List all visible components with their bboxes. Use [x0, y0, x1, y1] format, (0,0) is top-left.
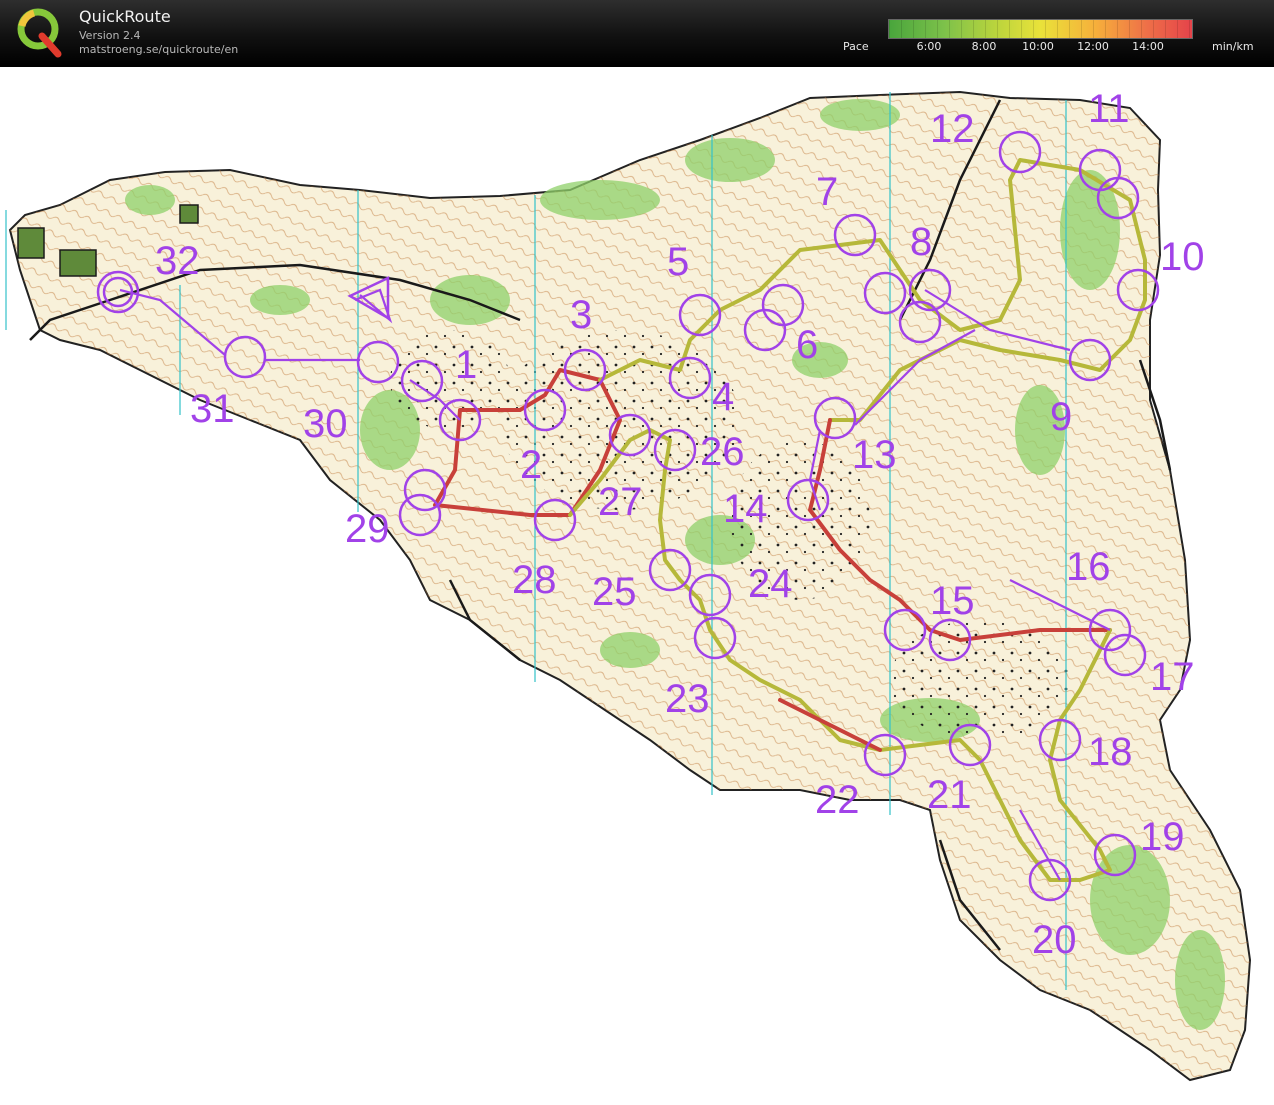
control-number: 31	[190, 387, 235, 431]
control-number: 25	[592, 570, 637, 614]
control-number: 17	[1150, 655, 1195, 699]
app-url[interactable]: matstroeng.se/quickroute/en	[79, 43, 238, 56]
control-number: 27	[598, 480, 643, 524]
app-version: Version 2.4	[79, 29, 141, 42]
control-number: 9	[1050, 395, 1072, 439]
control-number: 4	[712, 375, 734, 419]
control-number: 32	[155, 239, 200, 283]
pace-unit: min/km	[1212, 40, 1254, 53]
control-number: 20	[1032, 918, 1077, 962]
pace-tick: 12:00	[1077, 40, 1109, 53]
control-number: 5	[667, 240, 689, 284]
control-number: 1	[455, 343, 477, 387]
control-number: 21	[927, 773, 972, 817]
control-number: 29	[345, 507, 390, 551]
quickroute-logo	[17, 8, 62, 58]
pace-tick: 14:00	[1132, 40, 1164, 53]
control-number: 23	[665, 677, 710, 721]
control-number: 12	[930, 107, 975, 151]
control-number: 11	[1088, 87, 1130, 131]
control-number: 24	[748, 562, 793, 606]
control-number: 30	[303, 402, 348, 446]
control-number: 8	[910, 220, 932, 264]
pace-color-scale	[888, 19, 1193, 39]
control-number: 19	[1140, 815, 1185, 859]
control-number: 28	[512, 558, 557, 602]
control-number: 13	[852, 433, 897, 477]
control-number: 2	[520, 443, 542, 487]
control-number: 10	[1160, 235, 1205, 279]
control-number: 15	[930, 579, 975, 623]
control-number: 18	[1088, 730, 1133, 774]
app-title: QuickRoute	[79, 7, 171, 26]
pace-tick: 10:00	[1022, 40, 1054, 53]
control-number: 26	[700, 430, 745, 474]
control-number: 3	[570, 293, 592, 337]
control-number: 6	[796, 323, 818, 367]
control-number: 14	[723, 487, 768, 531]
app-header: QuickRoute Version 2.4 matstroeng.se/qui…	[0, 0, 1274, 67]
pace-tick: 8:00	[971, 40, 997, 53]
orienteering-map[interactable]: 1 2 3 4 5 6 7 8 9 10 11 12 13 14 15 16 1…	[0, 66, 1274, 1105]
pace-tick: 6:00	[916, 40, 942, 53]
control-number: 7	[816, 170, 838, 214]
pace-label: Pace	[843, 40, 869, 53]
control-number: 22	[815, 778, 860, 822]
control-number: 16	[1066, 545, 1111, 589]
